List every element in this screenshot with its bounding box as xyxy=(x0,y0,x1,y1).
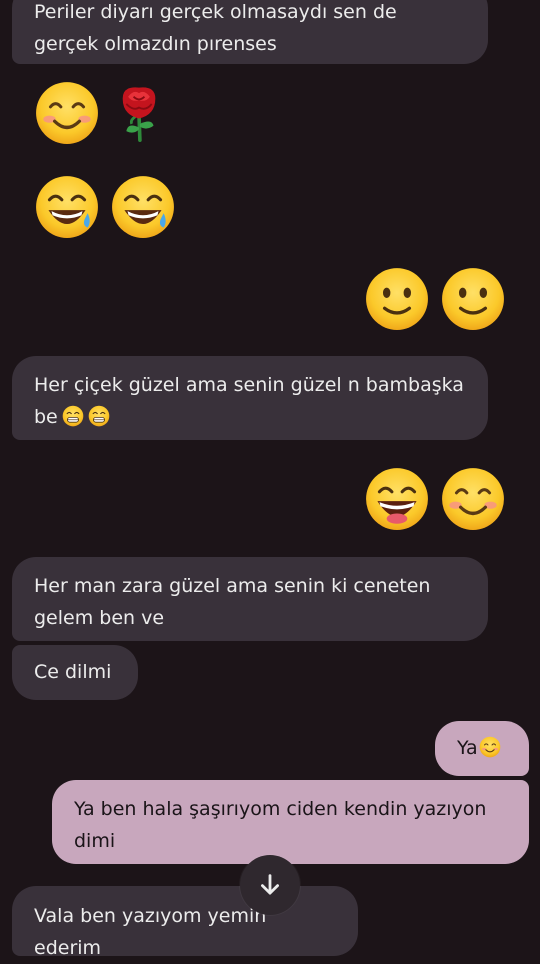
message-text: Ce dilmi xyxy=(34,661,112,683)
emoji-message-received[interactable] xyxy=(34,80,168,146)
message-bubble-sent[interactable]: Ya ben hala şaşırıyom ciden kendin yazıy… xyxy=(52,780,529,864)
message-bubble-received[interactable]: Vala ben yazıyom yemin ederim xyxy=(12,886,358,959)
grinning-sweat-emoji-icon xyxy=(110,174,176,240)
message-text: Ya ben hala şaşırıyom ciden kendin yazıy… xyxy=(74,798,487,852)
emoji-message-sent[interactable] xyxy=(364,466,506,532)
emoji-message-received[interactable] xyxy=(34,174,176,240)
slightly-smiling-emoji-icon xyxy=(440,266,506,332)
smiling-blush-emoji-icon xyxy=(34,80,100,146)
grinning-sweat-emoji-icon xyxy=(34,174,100,240)
message-bubble-sent[interactable]: Ya xyxy=(435,721,529,776)
slightly-smiling-emoji-icon xyxy=(364,266,430,332)
beaming-grin-emoji-icon xyxy=(62,405,84,427)
message-text: Vala ben yazıyom yemin ederim xyxy=(34,905,267,959)
message-bubble-received[interactable]: Her man zara güzel ama senin ki ceneten … xyxy=(12,557,488,641)
message-text: Periler diyarı gerçek olmasaydı sen de g… xyxy=(34,1,397,55)
message-text: Ya xyxy=(457,737,478,759)
rose-emoji-icon xyxy=(110,80,168,146)
message-bubble-received[interactable]: Periler diyarı gerçek olmasaydı sen de g… xyxy=(12,0,488,64)
emoji-message-sent[interactable] xyxy=(364,266,506,332)
arrow-down-icon xyxy=(256,871,284,899)
message-bubble-received[interactable]: Ce dilmi xyxy=(12,645,138,700)
beaming-grin-emoji-icon xyxy=(88,405,110,427)
message-bubble-received[interactable]: Her çiçek güzel ama senin güzel n bambaş… xyxy=(12,356,488,440)
message-text: Her man zara güzel ama senin ki ceneten … xyxy=(34,575,431,629)
big-grin-emoji-icon xyxy=(364,466,430,532)
smiling-blush-emoji-icon xyxy=(479,736,501,758)
scroll-to-bottom-button[interactable] xyxy=(240,855,300,915)
smiling-blush-emoji-icon xyxy=(440,466,506,532)
